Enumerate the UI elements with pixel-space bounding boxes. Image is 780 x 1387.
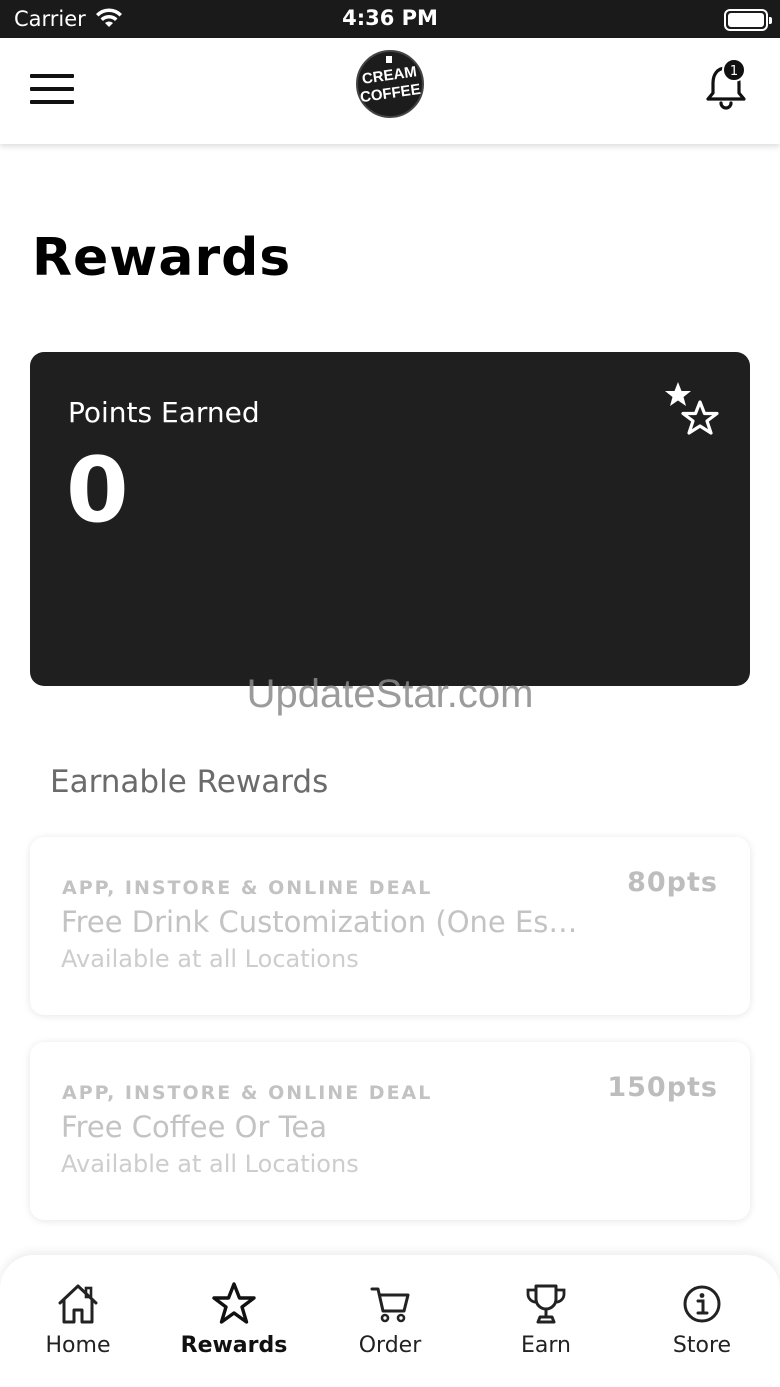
tab-store[interactable]: Store xyxy=(624,1281,780,1371)
status-bar: Carrier 4:36 PM xyxy=(0,0,780,38)
reward-card[interactable]: APP, INSTORE & ONLINE DEAL 150pts Free C… xyxy=(30,1042,750,1220)
watermark-text: UpdateStar.com xyxy=(246,672,534,716)
hamburger-menu-button[interactable] xyxy=(30,74,76,108)
earnable-rewards-heading: Earnable Rewards xyxy=(50,764,329,800)
notification-badge: 1 xyxy=(722,58,746,82)
tab-rewards[interactable]: Rewards xyxy=(156,1281,312,1371)
points-earned-value: 0 xyxy=(66,438,129,543)
points-earned-label: Points Earned xyxy=(68,396,260,429)
home-icon xyxy=(58,1284,98,1324)
tab-earn-label: Earn xyxy=(521,1333,571,1358)
cream-coffee-logo: CREAM COFFEE xyxy=(356,50,424,118)
reward-name: Free Coffee Or Tea xyxy=(61,1110,327,1144)
reward-deal-type: APP, INSTORE & ONLINE DEAL xyxy=(62,1082,433,1104)
reward-points: 80pts xyxy=(627,867,718,898)
tab-home[interactable]: Home xyxy=(0,1281,156,1371)
reward-location: Available at all Locations xyxy=(61,1150,359,1178)
tab-rewards-label: Rewards xyxy=(180,1333,288,1358)
star-icon xyxy=(212,1282,256,1324)
tab-store-label: Store xyxy=(672,1333,732,1358)
tab-home-label: Home xyxy=(45,1333,111,1358)
battery-icon xyxy=(724,9,772,31)
reward-name: Free Drink Customization (One Es… xyxy=(61,905,578,939)
page-title: Rewards xyxy=(32,228,292,288)
reward-card[interactable]: APP, INSTORE & ONLINE DEAL 80pts Free Dr… xyxy=(30,837,750,1015)
reward-deal-type: APP, INSTORE & ONLINE DEAL xyxy=(62,877,433,899)
tab-order[interactable]: Order xyxy=(312,1281,468,1371)
points-earned-card: Points Earned 0 xyxy=(30,352,750,686)
stars-icon xyxy=(662,380,722,444)
notifications-button[interactable]: 1 xyxy=(704,58,750,110)
tab-earn[interactable]: Earn xyxy=(468,1281,624,1371)
cart-icon xyxy=(370,1287,410,1323)
trophy-icon xyxy=(526,1284,566,1324)
reward-location: Available at all Locations xyxy=(61,945,359,973)
tab-order-label: Order xyxy=(358,1333,422,1358)
info-icon xyxy=(683,1285,721,1323)
bottom-tab-bar: Home Rewards Order Earn Store xyxy=(0,1255,780,1387)
top-nav-bar: CREAM COFFEE 1 xyxy=(0,38,780,144)
status-time: 4:36 PM xyxy=(342,6,438,30)
reward-points: 150pts xyxy=(607,1072,718,1103)
